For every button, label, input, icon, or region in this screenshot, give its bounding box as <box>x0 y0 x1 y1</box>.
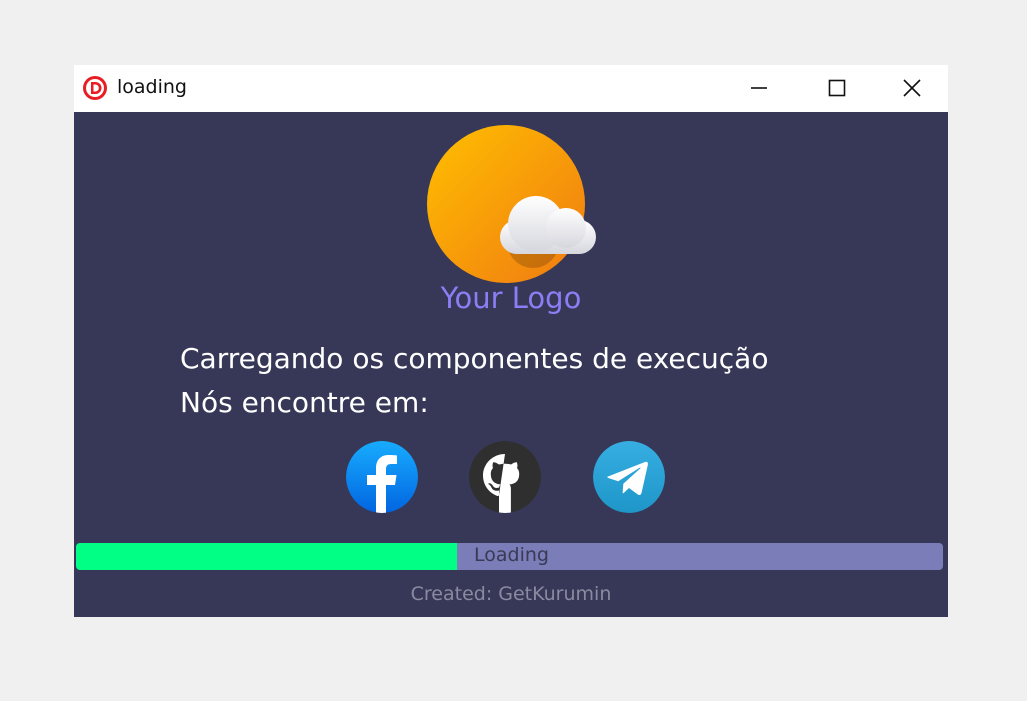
github-icon <box>469 441 541 513</box>
logo-text: Your Logo <box>440 281 582 315</box>
find-us-message: Nós encontre em: <box>180 386 429 419</box>
loading-message: Carregando os componentes de execução <box>180 342 769 375</box>
maximize-icon <box>828 79 846 97</box>
progress-label: Loading <box>474 544 549 566</box>
loading-progress-bar: Loading <box>76 543 943 570</box>
maximize-button[interactable] <box>798 65 876 112</box>
close-icon <box>903 79 921 97</box>
progress-fill <box>76 543 458 570</box>
d-logo-icon <box>83 76 107 100</box>
facebook-icon <box>346 441 418 513</box>
telegram-link[interactable] <box>593 441 665 513</box>
minimize-icon <box>751 87 767 89</box>
github-link[interactable] <box>469 441 541 513</box>
facebook-link[interactable] <box>346 441 418 513</box>
title-bar[interactable]: loading <box>74 65 948 112</box>
minimize-button[interactable] <box>720 65 798 112</box>
window-title: loading <box>117 76 187 98</box>
telegram-icon <box>593 441 665 513</box>
loading-window: loading Your Logo Carregando os componen… <box>74 65 948 617</box>
close-button[interactable] <box>876 65 948 112</box>
credit-text: Created: GetKurumin <box>410 583 612 605</box>
sun-cloud-icon <box>427 125 596 283</box>
